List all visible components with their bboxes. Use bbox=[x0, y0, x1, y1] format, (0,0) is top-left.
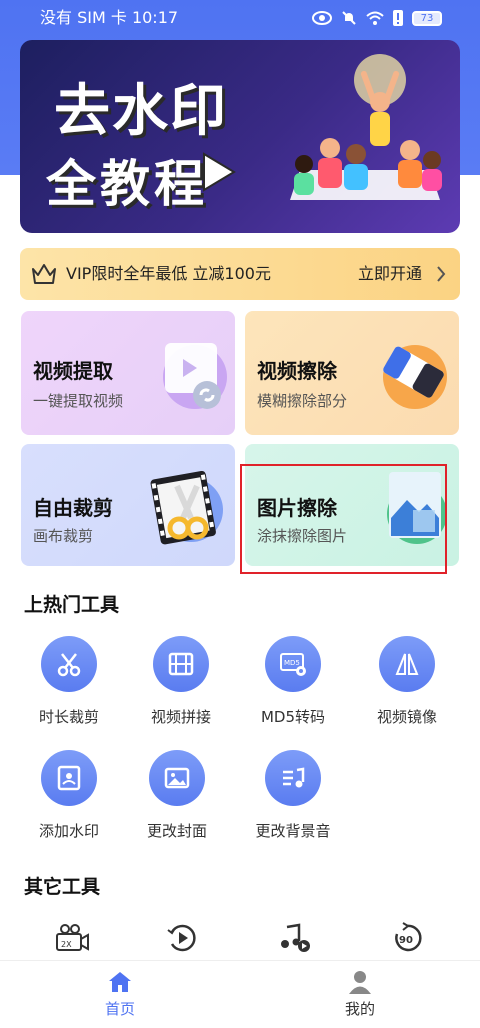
mirror-icon bbox=[379, 636, 435, 692]
tool-label: 时长裁剪 bbox=[38, 708, 99, 726]
image-icon bbox=[149, 750, 205, 806]
tool-change-bgm[interactable]: 更改背景音 bbox=[238, 750, 348, 841]
hot-tools-title: 上热门工具 bbox=[24, 594, 120, 616]
vip-promo-bar[interactable]: VIP限时全年最低 立减100元 立即开通 bbox=[20, 248, 460, 300]
video-speed-icon[interactable]: 2X bbox=[52, 920, 92, 956]
banner-title-line1: 去水印 bbox=[54, 79, 228, 144]
tool-md5-transcode[interactable]: MD5 MD5转码 bbox=[238, 636, 348, 727]
tab-home[interactable]: 首页 bbox=[60, 961, 180, 1028]
eye-icon bbox=[312, 11, 332, 25]
tool-video-mirror[interactable]: 视频镜像 bbox=[352, 636, 462, 727]
scissors-icon bbox=[41, 636, 97, 692]
tool-label: 添加水印 bbox=[38, 822, 99, 840]
chevron-right-icon bbox=[437, 266, 446, 282]
music-video-icon[interactable] bbox=[276, 920, 316, 956]
card-free-crop[interactable]: 自由裁剪 画布裁剪 bbox=[21, 444, 235, 566]
status-bar: 没有 SIM 卡 10:17 73 bbox=[0, 0, 480, 36]
status-text: 没有 SIM 卡 10:17 bbox=[40, 8, 179, 27]
card-title: 自由裁剪 bbox=[33, 496, 113, 520]
svg-text:MD5: MD5 bbox=[284, 659, 300, 667]
tool-label: 更改背景音 bbox=[255, 822, 331, 840]
svg-text:2X: 2X bbox=[61, 940, 72, 949]
card-subtitle: 一键提取视频 bbox=[33, 392, 124, 410]
play-reverse-icon[interactable] bbox=[162, 920, 202, 956]
film-icon bbox=[153, 636, 209, 692]
card-video-erase[interactable]: 视频擦除 模糊擦除部分 bbox=[245, 311, 459, 435]
banner-title-line2: 全教程 bbox=[46, 155, 208, 213]
tool-label: 视频镜像 bbox=[376, 708, 437, 726]
alert-icon bbox=[393, 10, 403, 26]
status-icons: 73 bbox=[312, 0, 442, 36]
watermark-icon bbox=[41, 750, 97, 806]
user-icon bbox=[349, 971, 371, 994]
md5-gear-icon: MD5 bbox=[265, 636, 321, 692]
vip-open-link[interactable]: 立即开通 bbox=[358, 248, 422, 300]
mute-bell-icon bbox=[342, 11, 356, 25]
crown-icon bbox=[32, 264, 56, 284]
card-title: 视频提取 bbox=[33, 359, 113, 383]
tool-video-join[interactable]: 视频拼接 bbox=[126, 636, 236, 727]
battery-indicator: 73 bbox=[412, 10, 442, 26]
tool-label: MD5转码 bbox=[260, 708, 326, 726]
tool-change-cover[interactable]: 更改封面 bbox=[122, 750, 232, 841]
play-icon bbox=[203, 152, 236, 192]
film-scissors-icon bbox=[150, 470, 223, 545]
svg-text:90: 90 bbox=[399, 935, 413, 946]
card-subtitle: 画布裁剪 bbox=[33, 527, 94, 545]
tool-duration-cut[interactable]: 时长裁剪 bbox=[14, 636, 124, 727]
vip-promo-text: VIP限时全年最低 立减100元 bbox=[66, 264, 271, 283]
eraser-icon bbox=[383, 345, 447, 409]
crowd-illustration bbox=[290, 54, 442, 200]
selection-highlight bbox=[240, 464, 447, 574]
tutorial-banner[interactable]: 去水印 全教程 bbox=[20, 40, 460, 233]
card-title: 视频擦除 bbox=[257, 359, 337, 383]
rotate-90-icon[interactable]: 90 bbox=[388, 920, 428, 956]
tool-add-watermark[interactable]: 添加水印 bbox=[14, 750, 124, 841]
card-video-extract[interactable]: 视频提取 一键提取视频 bbox=[21, 311, 235, 435]
wifi-icon bbox=[366, 11, 384, 25]
music-list-icon bbox=[265, 750, 321, 806]
bottom-tab-bar: 首页 我的 bbox=[0, 960, 480, 1028]
tab-home-label: 首页 bbox=[104, 1000, 135, 1018]
tab-mine-label: 我的 bbox=[344, 1000, 375, 1018]
tab-mine[interactable]: 我的 bbox=[300, 961, 420, 1028]
video-link-icon bbox=[163, 343, 227, 409]
card-subtitle: 模糊擦除部分 bbox=[257, 392, 348, 410]
home-icon bbox=[109, 972, 131, 992]
tool-label: 更改封面 bbox=[146, 822, 207, 840]
tool-label: 视频拼接 bbox=[150, 708, 211, 726]
other-tools-title: 其它工具 bbox=[24, 876, 101, 898]
